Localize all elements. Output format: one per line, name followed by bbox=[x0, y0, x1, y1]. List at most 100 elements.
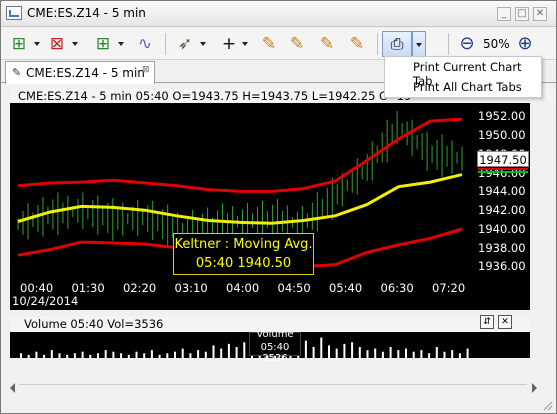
volume-bar bbox=[127, 354, 130, 358]
pencil-edit-icon[interactable]: ✎ bbox=[285, 32, 309, 56]
volume-bar bbox=[328, 345, 330, 358]
resize-grip-icon[interactable] bbox=[541, 399, 553, 411]
tab-chart[interactable]: ✎ CME:ES.Z14 - 5 min ⊠ bbox=[5, 61, 155, 84]
volume-bar bbox=[320, 337, 323, 358]
volume-label-title: Volume bbox=[256, 329, 294, 340]
zoom-level: 50% bbox=[483, 37, 510, 51]
menu-item-print-all-tabs[interactable]: Print All Chart Tabs bbox=[413, 80, 522, 94]
minimize-button[interactable]: _ bbox=[497, 7, 511, 21]
volume-bar bbox=[181, 348, 184, 358]
y-tick-label: 1936.00 bbox=[478, 259, 526, 274]
volume-bar bbox=[212, 345, 215, 358]
volume-bar bbox=[73, 353, 76, 358]
y-tick-label: 1938.00 bbox=[478, 240, 526, 255]
volume-bar bbox=[97, 353, 99, 358]
volume-bar bbox=[166, 353, 169, 358]
chevron-down-icon[interactable] bbox=[34, 42, 40, 46]
volume-bar bbox=[112, 351, 115, 358]
pencil-icon[interactable]: ✎ bbox=[257, 32, 281, 56]
volume-bar bbox=[189, 353, 192, 358]
volume-bar bbox=[412, 351, 415, 358]
volume-bar bbox=[420, 350, 423, 358]
x-tick-label: 03:10 bbox=[174, 281, 208, 295]
volume-bar bbox=[351, 342, 354, 358]
y-tick-label: 1940.00 bbox=[478, 221, 526, 236]
crosshair-icon[interactable]: + bbox=[217, 32, 241, 56]
edit-icon: ✎ bbox=[12, 66, 22, 79]
volume-bar bbox=[343, 343, 346, 358]
volume-bar bbox=[358, 347, 361, 358]
cursor-icon[interactable]: ➶ bbox=[173, 32, 197, 56]
close-icon[interactable]: ⊠ bbox=[142, 65, 150, 75]
y-tick-label: 1950.00 bbox=[478, 128, 526, 143]
remove-chart-icon[interactable]: ⊠ bbox=[45, 32, 69, 56]
print-dropdown-button[interactable] bbox=[412, 31, 426, 57]
current-price-marker: 1947.50 bbox=[477, 151, 529, 167]
chevron-down-icon[interactable] bbox=[200, 42, 206, 46]
restore-pane-button[interactable]: ⇵ bbox=[480, 315, 494, 329]
volume-bar bbox=[135, 351, 138, 358]
scroll-right-icon[interactable] bbox=[532, 383, 537, 393]
toolbar-separator bbox=[377, 33, 378, 55]
volume-bar bbox=[43, 354, 46, 358]
y-tick-label: 1944.00 bbox=[478, 184, 526, 199]
y-tick-label: 1942.00 bbox=[478, 203, 526, 218]
scroll-left-icon[interactable] bbox=[10, 383, 15, 393]
maximize-button[interactable]: □ bbox=[515, 7, 529, 21]
volume-bar bbox=[335, 348, 338, 358]
chevron-down-icon[interactable] bbox=[118, 42, 124, 46]
toolbar-separator bbox=[448, 33, 449, 55]
x-tick-label: 04:50 bbox=[277, 281, 311, 295]
x-tick-label: 00:40 bbox=[20, 281, 54, 295]
volume-bar bbox=[389, 347, 392, 358]
axis-date: 10/24/2014 bbox=[12, 294, 79, 308]
toolbar-separator bbox=[165, 33, 166, 55]
volume-bar bbox=[89, 354, 92, 358]
pencil-tool-icon[interactable]: ✎ bbox=[345, 32, 369, 56]
volume-bar bbox=[197, 350, 200, 358]
tooltip-indicator-name: Keltner : Moving Avg. bbox=[174, 237, 313, 252]
close-button[interactable]: ✕ bbox=[533, 7, 547, 21]
add-chart-icon[interactable]: ⊞ bbox=[7, 32, 31, 56]
volume-label: Volume 05:40 3536 bbox=[249, 329, 301, 364]
volume-bar bbox=[27, 354, 30, 358]
volume-bar bbox=[435, 347, 438, 358]
volume-bar bbox=[428, 353, 431, 358]
volume-bar bbox=[81, 351, 84, 358]
close-pane-button[interactable]: ✕ bbox=[498, 315, 512, 329]
title-bar: CME:ES.Z14 - 5 min _ □ ✕ bbox=[1, 1, 556, 27]
x-tick-label: 01:30 bbox=[71, 281, 105, 295]
chart-settings-icon[interactable]: ⊞ bbox=[91, 32, 115, 56]
x-tick-label: 07:20 bbox=[432, 281, 466, 295]
volume-bar bbox=[381, 351, 384, 358]
indicator-icon[interactable]: ∿ bbox=[133, 32, 157, 56]
zoom-out-icon[interactable]: ⊖ bbox=[455, 32, 479, 56]
chevron-down-icon[interactable] bbox=[242, 42, 248, 46]
price-marker-red-line bbox=[478, 168, 528, 170]
volume-bar bbox=[227, 343, 230, 358]
price-axis[interactable]: 1952.001950.001948.001946.001944.001942.… bbox=[474, 103, 530, 278]
window-title: CME:ES.Z14 - 5 min bbox=[27, 6, 146, 20]
volume-bar bbox=[143, 353, 146, 358]
x-tick-label: 02:20 bbox=[123, 281, 157, 295]
print-icon: ⎙ bbox=[390, 34, 404, 53]
keltner-upper-band[interactable] bbox=[17, 117, 463, 193]
volume-bar bbox=[35, 351, 38, 358]
pencil-line-icon[interactable]: ✎ bbox=[315, 32, 339, 56]
y-tick-label: 1952.00 bbox=[478, 109, 526, 124]
print-button[interactable]: ⎙ bbox=[382, 31, 412, 57]
volume-bar bbox=[312, 347, 315, 358]
chevron-down-icon[interactable] bbox=[72, 42, 78, 46]
volume-bar bbox=[58, 353, 61, 358]
volume-bar bbox=[304, 340, 307, 358]
volume-bar bbox=[150, 350, 153, 358]
price-marker-green-line bbox=[478, 171, 528, 173]
time-axis[interactable]: 10/24/2014 00:40 01:30 02:20 03:10 04:00 04:5… bbox=[10, 278, 530, 310]
zoom-in-icon[interactable]: ⊕ bbox=[513, 32, 537, 56]
volume-bar bbox=[120, 353, 123, 358]
indicator-tooltip: Keltner : Moving Avg. 05:40 1940.50 bbox=[173, 233, 314, 275]
chart-window: CME:ES.Z14 - 5 min _ □ ✕ ⊞ ⊠ ⊞ ∿ ➶ + ✎ ✎… bbox=[0, 0, 557, 414]
scroll-track[interactable] bbox=[19, 384, 527, 390]
volume-bar bbox=[243, 342, 246, 358]
volume-bar bbox=[374, 348, 377, 358]
